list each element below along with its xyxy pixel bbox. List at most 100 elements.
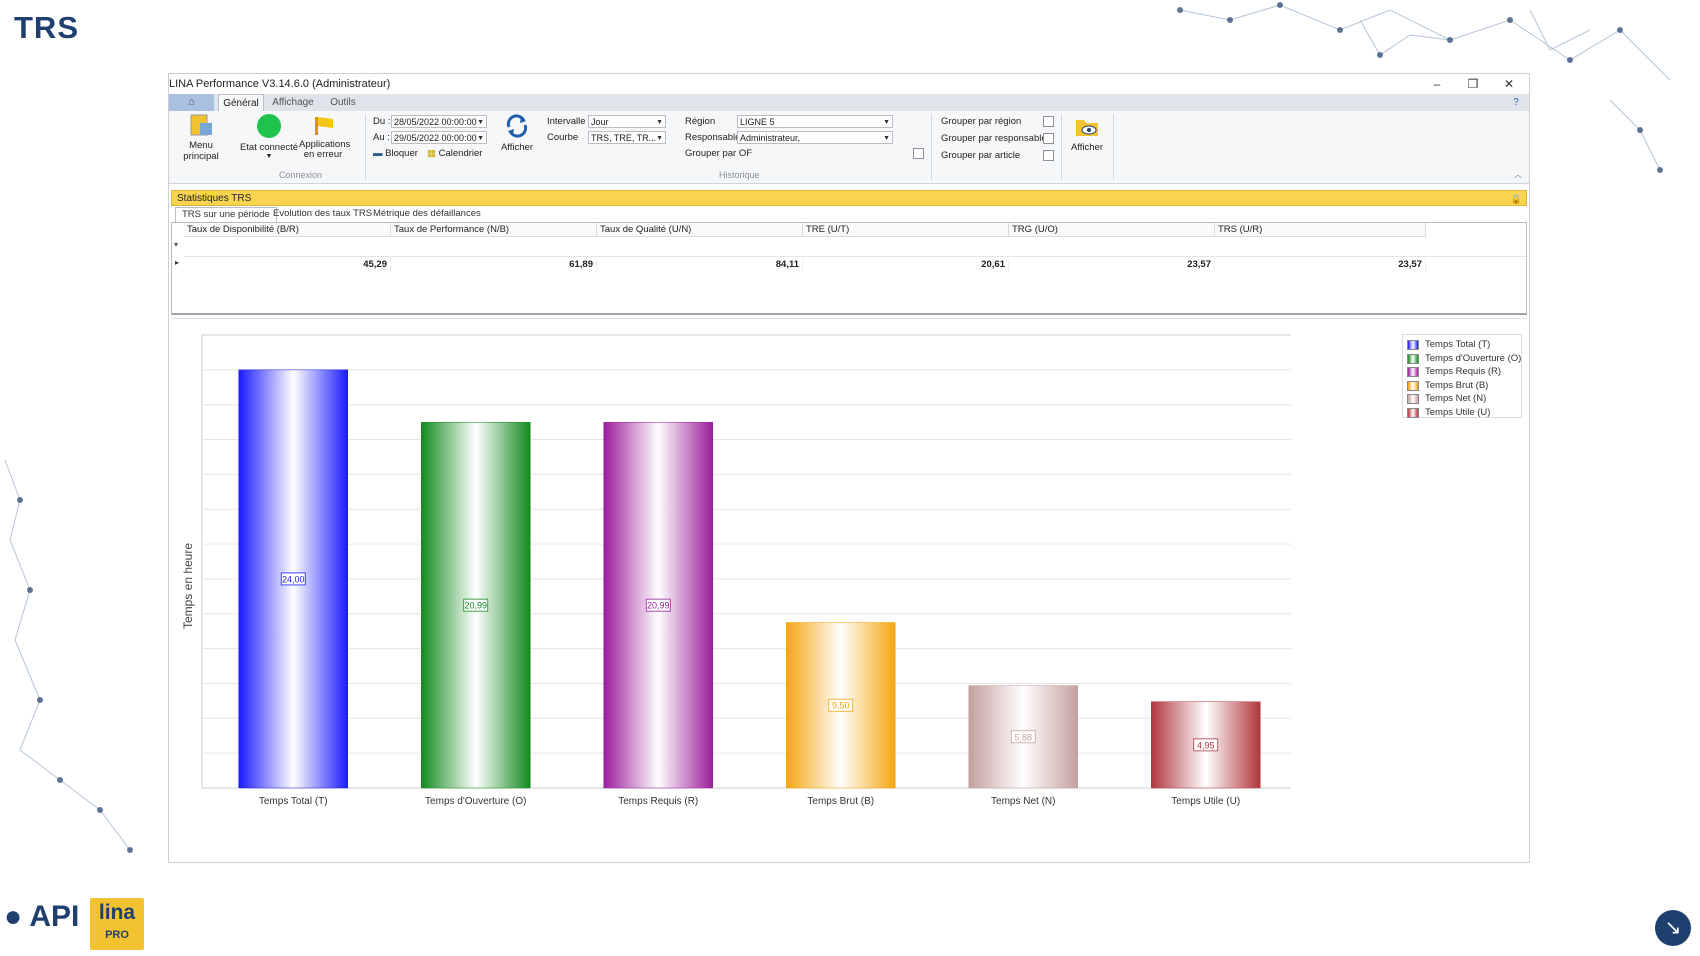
responsable-select[interactable]: Administrateur, ▼ [737, 131, 893, 144]
help-icon[interactable]: ? [1509, 94, 1523, 111]
grid-cell[interactable]: 20,61 [803, 258, 1009, 272]
api-logo: ● API [4, 900, 80, 933]
date-du-field[interactable]: 28/05/2022 00:00:00 ▼ [391, 115, 487, 128]
grid-header[interactable]: Taux de Disponibilité (B/R) [184, 223, 391, 237]
courbe-value: TRS, TRE, TR... [591, 133, 657, 143]
grid-cell[interactable]: 61,89 [391, 258, 597, 272]
stats-grid: Taux de Disponibilité (B/R) Taux de Perf… [171, 222, 1527, 315]
courbe-label: Courbe [547, 132, 579, 143]
x-tick-label: Temps Total (T) [259, 796, 328, 807]
legend-label: Temps Brut (B) [1425, 379, 1489, 391]
subtab-metrique[interactable]: Métrique des défaillances [367, 207, 487, 221]
grid-header[interactable]: TRG (U/O) [1009, 223, 1215, 237]
date-au-field[interactable]: 29/05/2022 00:00:00 ▼ [391, 131, 487, 144]
chevron-down-icon: ▼ [883, 119, 890, 126]
panel-header: Statistiques TRS 🔒 [171, 190, 1527, 206]
menu-principal-button[interactable]: Menu principal [171, 113, 231, 162]
folder-eye-icon [1076, 120, 1098, 136]
grid-header[interactable]: TRE (U/T) [803, 223, 1009, 237]
chevron-down-icon: ▼ [656, 119, 663, 126]
afficher-button[interactable]: Afficher [1063, 113, 1111, 153]
x-tick-label: Temps Requis (R) [618, 796, 698, 807]
panel-title: Statistiques TRS [177, 193, 252, 204]
grouper-article-checkbox[interactable] [1043, 150, 1054, 161]
tab-outils[interactable]: Outils [324, 94, 362, 111]
grid-cell[interactable]: 23,57 [1009, 258, 1215, 272]
bar-chart: 24,00 Temps Total (T) 20,99 Temps d'Ouvertu… [201, 334, 1291, 807]
legend-label: Temps Requis (R) [1425, 366, 1502, 377]
ribbon-separator [1113, 114, 1114, 180]
app-window: LINA Performance V3.14.6.0 (Administrate… [168, 73, 1530, 863]
grouper-region-checkbox[interactable] [1043, 116, 1054, 127]
region-label: Région [685, 116, 716, 127]
grouper-of-label: Grouper par OF [685, 148, 753, 159]
filter-row-icon[interactable]: ▾ [174, 240, 178, 249]
pin-icon[interactable]: 🔒 [1511, 191, 1522, 207]
title-bar: LINA Performance V3.14.6.0 (Administrate… [169, 74, 1529, 94]
legend-swatch [1407, 367, 1419, 377]
grid-header[interactable]: TRS (U/R) [1215, 223, 1426, 237]
courbe-select[interactable]: TRS, TRE, TR... ▼ [588, 131, 666, 144]
grid-cell[interactable]: 84,11 [597, 258, 803, 272]
date-du-value: 28/05/2022 00:00:00 [394, 117, 477, 127]
tab-general[interactable]: Général [218, 94, 264, 112]
legend-swatch [1407, 407, 1419, 418]
responsable-value: Administrateur, [740, 133, 801, 143]
intervalle-label: Intervalle [547, 116, 586, 127]
home-tab[interactable]: ⌂ [169, 94, 214, 111]
ribbon-separator [365, 114, 366, 180]
grid-header[interactable]: Taux de Performance (N/B) [391, 223, 597, 237]
ribbon-separator [931, 114, 932, 180]
legend-label: Temps Net (N) [1425, 393, 1487, 404]
status-green-icon [257, 114, 281, 138]
calendrier-button[interactable]: ▦ Calendrier [427, 148, 497, 159]
grid-cell[interactable]: 23,57 [1215, 258, 1426, 272]
tab-affichage[interactable]: Affichage [266, 94, 320, 111]
region-select[interactable]: LIGNE 5 ▼ [737, 115, 893, 128]
subtab-trs-periode[interactable]: TRS sur une période [175, 207, 277, 222]
data-label: 24,00 [282, 574, 305, 584]
applications-en-erreur-label: Applications en erreur [299, 139, 351, 160]
grid-cell[interactable]: 45,29 [184, 258, 391, 272]
legend-label: Temps Total (T) [1425, 339, 1491, 350]
data-label: 20,99 [464, 601, 487, 611]
afficher2-label: Afficher [1070, 142, 1104, 153]
minimize-button[interactable]: – [1419, 74, 1455, 94]
data-label: 20,99 [647, 601, 670, 611]
chart-legend: Temps Total (T) Temps d'Ouverture (O) Temp… [1402, 334, 1522, 418]
intervalle-select[interactable]: Jour ▼ [588, 115, 666, 128]
grouper-responsable-checkbox[interactable] [1043, 133, 1054, 144]
data-label: 9,50 [832, 701, 850, 711]
chevron-down-icon: ▼ [656, 135, 663, 142]
du-label: Du : [373, 116, 391, 127]
data-label: 4,95 [1197, 740, 1215, 750]
chevron-down-icon: ▼ [477, 135, 484, 142]
menu-principal-label: Menu principal [183, 140, 219, 162]
x-tick-label: Temps Utile (U) [1171, 796, 1240, 807]
legend-swatch [1407, 340, 1419, 350]
etat-connecte-button[interactable]: Etat connecté ▼ [239, 113, 299, 160]
restore-button[interactable]: ❐ [1455, 74, 1491, 94]
x-tick-label: Temps Net (N) [991, 796, 1055, 807]
filter-row[interactable] [184, 239, 1526, 257]
data-label: 5,88 [1014, 732, 1032, 742]
legend-swatch [1407, 394, 1419, 404]
collapse-ribbon-icon[interactable]: ︿ [1513, 169, 1523, 180]
grid-header[interactable]: Taux de Qualité (U/N) [597, 223, 803, 237]
close-button[interactable]: ✕ [1491, 74, 1527, 94]
applications-en-erreur-button[interactable]: Applications en erreur [299, 113, 351, 160]
row-indicator-icon: ▸ [175, 258, 180, 267]
grouper-of-checkbox[interactable] [913, 148, 924, 159]
lina-pro-logo: lina PRO [90, 898, 144, 950]
next-slide-button[interactable]: ↘ [1655, 910, 1691, 946]
date-au-value: 29/05/2022 00:00:00 [394, 133, 477, 143]
x-tick-label: Temps d'Ouverture (O) [425, 796, 526, 807]
subtab-evolution[interactable]: Evolution des taux TRS [267, 207, 378, 221]
responsable-label: Responsable [685, 132, 741, 143]
afficher-refresh-button[interactable]: Afficher [497, 113, 537, 153]
bloquer-button[interactable]: ▬ Bloquer [373, 148, 428, 159]
home-icon: ⌂ [188, 96, 195, 108]
x-tick-label: Temps Brut (B) [807, 796, 874, 807]
legend-swatch [1407, 380, 1419, 391]
lock-icon: ▬ [373, 148, 383, 159]
